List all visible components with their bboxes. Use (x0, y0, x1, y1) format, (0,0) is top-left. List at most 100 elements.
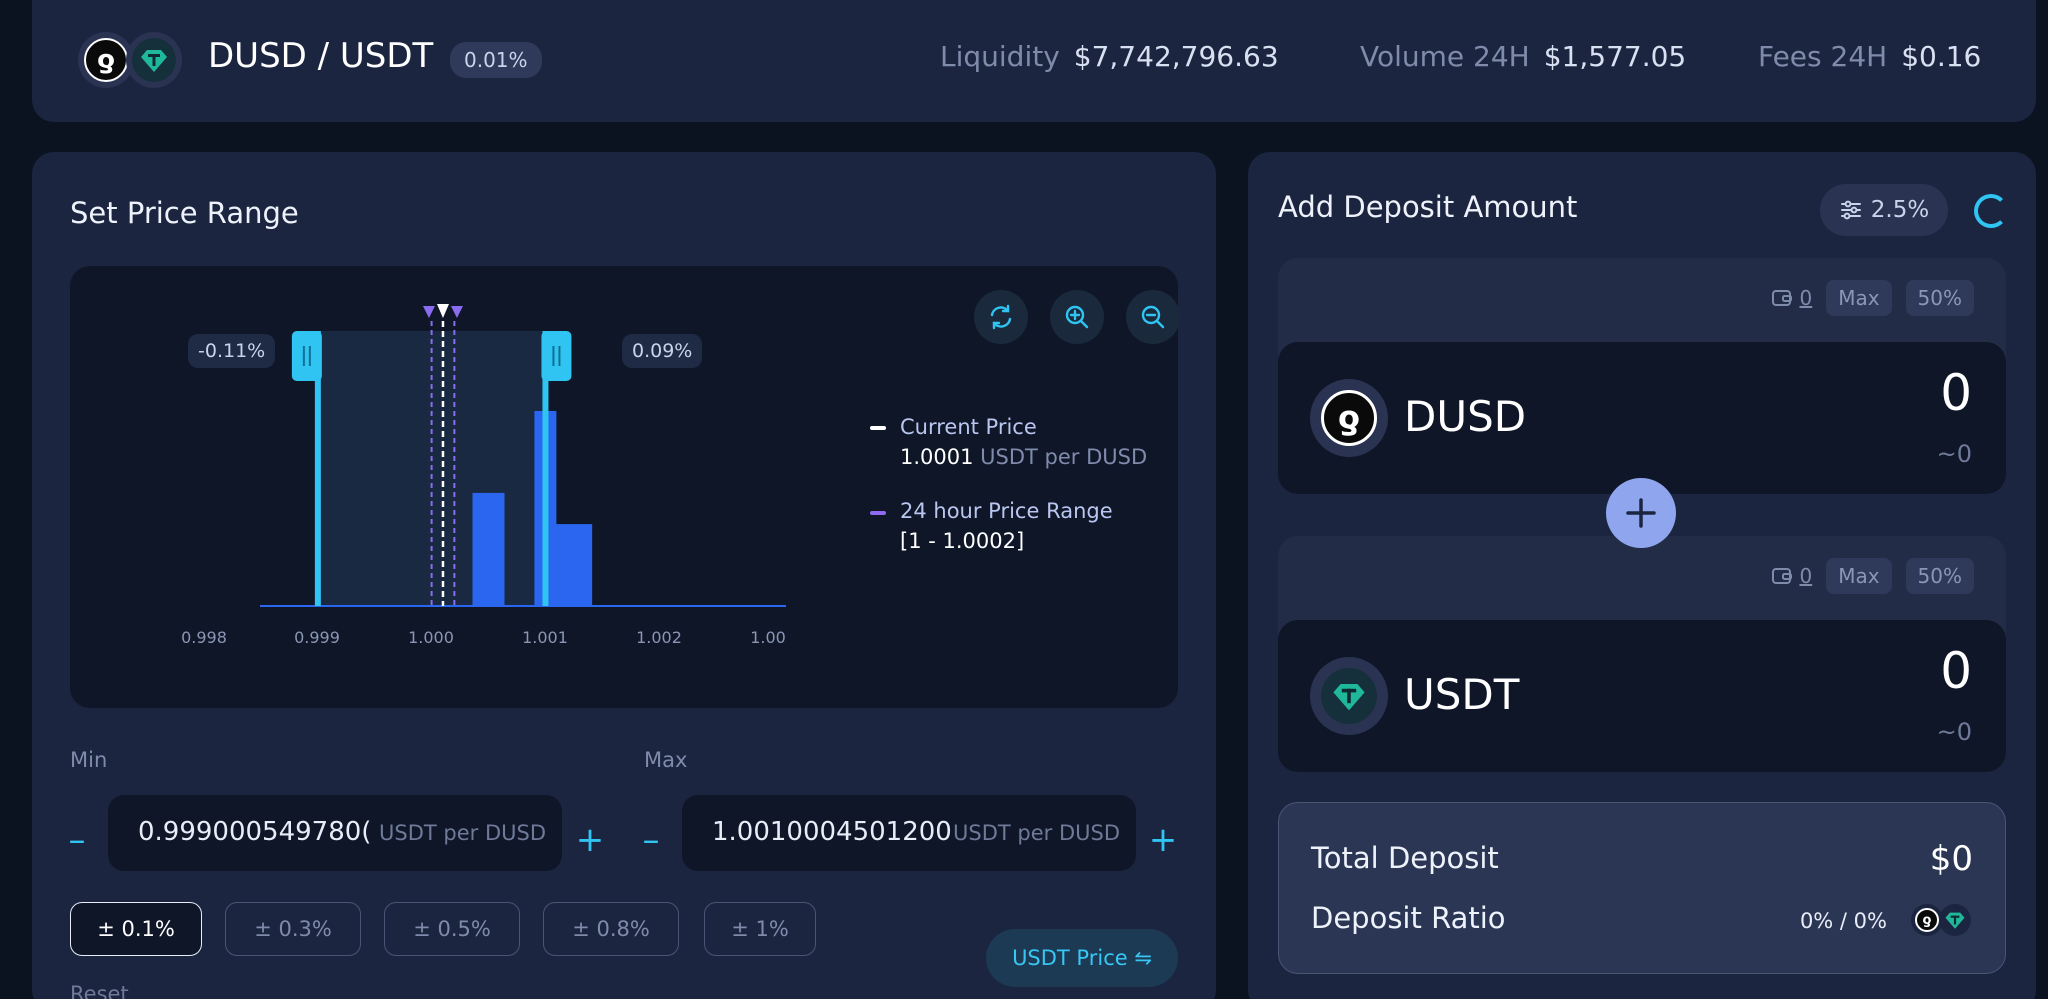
liquidity-stat: Liquidity $7,742,796.63 (940, 40, 1279, 73)
range-legend-value: [1 - 1.0002] (900, 529, 1025, 553)
x-tick-label: 0.999 (294, 628, 340, 647)
pct-0-1-button[interactable]: ± 0.1% (70, 902, 202, 956)
token-b-name: USDT (1404, 670, 1520, 719)
wallet-icon (1772, 568, 1793, 584)
usdt-price-toggle-button[interactable]: USDT Price ⇋ (986, 929, 1178, 987)
x-tick-label: 0.998 (181, 628, 227, 647)
pct-0-5-button[interactable]: ± 0.5% (384, 902, 520, 956)
token-a-amount-input[interactable]: 0 (1940, 364, 1972, 422)
min-price-unit: USDT per DUSD (379, 821, 546, 845)
max-increment-button[interactable]: + (1148, 820, 1178, 860)
current-price-marker (436, 304, 449, 318)
min-label: Min (70, 748, 108, 772)
liquidity-chart[interactable]: -0.11% 0.09% 0.998 0.999 1.000 1.001 1.0… (70, 266, 1180, 708)
plus-icon (1606, 478, 1676, 548)
sliders-icon (1840, 200, 1861, 220)
fees-label: Fees 24H (1758, 40, 1888, 73)
liquidity-value: $7,742,796.63 (1073, 40, 1279, 73)
min-decrement-button[interactable]: – (62, 820, 92, 860)
liquidity-label: Liquidity (940, 40, 1060, 73)
token-b-balance[interactable]: 0 (1799, 564, 1812, 588)
max-price-input[interactable]: 1.0010004501200; USDT per DUSD (682, 795, 1136, 871)
token-b-input-panel[interactable]: USDT 0 ~0 (1278, 620, 2006, 772)
pair-title: DUSD / USDT (208, 36, 434, 76)
lower-range-pct: -0.11% (188, 334, 276, 368)
fee-tier-badge: 0.01% (450, 42, 542, 78)
max-label: Max (644, 748, 688, 772)
refresh-icon[interactable] (974, 290, 1028, 344)
pair-icons: ƍ (78, 32, 198, 88)
reset-link[interactable]: Reset (70, 982, 129, 999)
max-price-unit: USDT per DUSD (953, 821, 1120, 845)
token-a-balance[interactable]: 0 (1799, 286, 1812, 310)
deposit-title: Add Deposit Amount (1278, 190, 1578, 224)
volume-value: $1,577.05 (1543, 40, 1687, 73)
pct-1-button[interactable]: ± 1% (704, 902, 816, 956)
price-range-title: Set Price Range (70, 196, 299, 230)
liquidity-bar (544, 524, 593, 606)
price-range-card: Set Price Range -0.11% 0.09% 0.998 0.999… (32, 152, 1216, 999)
lower-range-handle[interactable] (291, 331, 322, 381)
current-price-legend-swatch (870, 426, 886, 430)
token-a-balance-row: 0 Max 50% (1771, 280, 1974, 316)
total-deposit-value: $0 (1929, 839, 1973, 879)
range-legend: 24 hour Price Range [1 - 1.0002] (900, 496, 1113, 556)
range-low-marker (422, 306, 435, 318)
deposit-summary: Total Deposit $0 Deposit Ratio 0% / 0% ƍ (1278, 802, 2006, 974)
x-tick-label: 1.000 (408, 628, 454, 647)
token-a-name: DUSD (1404, 392, 1527, 441)
token-a-wallet-balance[interactable]: 0 (1771, 286, 1812, 310)
token-b-section: 0 Max 50% USDT 0 ~0 (1278, 536, 2006, 772)
upper-range-pct: 0.09% (622, 334, 703, 368)
wallet-icon (1772, 290, 1793, 306)
total-deposit-label: Total Deposit (1311, 841, 1499, 875)
token-a-max-button[interactable]: Max (1826, 280, 1892, 316)
liquidity-bar (472, 492, 505, 606)
volume-label: Volume 24H (1360, 40, 1530, 73)
deposit-ratio-value: 0% / 0% (1799, 909, 1887, 933)
token-b-wallet-balance[interactable]: 0 (1771, 564, 1812, 588)
token-b-half-button[interactable]: 50% (1905, 558, 1974, 594)
max-price-value[interactable]: 1.0010004501200; (712, 817, 952, 847)
dusd-logo-icon: ƍ (1310, 379, 1388, 457)
pct-0-8-button[interactable]: ± 0.8% (543, 902, 679, 956)
refresh-spinner-icon (1974, 194, 2008, 228)
zoom-in-icon[interactable] (1050, 290, 1104, 344)
current-price-unit: USDT per DUSD (980, 445, 1148, 469)
pct-0-3-button[interactable]: ± 0.3% (225, 902, 361, 956)
token-b-usd-value: ~0 (1936, 718, 1972, 746)
token-b-amount-input[interactable]: 0 (1940, 642, 1972, 700)
deposit-card: Add Deposit Amount 2.5% 0 Max 50% ƍ DUSD… (1248, 152, 2036, 999)
x-tick-label: 1.002 (636, 628, 682, 647)
min-increment-button[interactable]: + (575, 820, 605, 860)
current-price-label: Current Price (900, 415, 1037, 439)
deposit-ratio-label: Deposit Ratio (1311, 901, 1506, 935)
x-tick-label: 1.00 (750, 628, 786, 647)
token-a-usd-value: ~0 (1936, 440, 1972, 468)
range-legend-swatch (870, 511, 886, 515)
pool-header: ƍ DUSD / USDT 0.01% Liquidity $7,742,796.… (32, 0, 2036, 122)
zoom-out-icon[interactable] (1126, 290, 1180, 344)
usdt-logo-icon (1310, 657, 1388, 735)
range-legend-label: 24 hour Price Range (900, 499, 1113, 523)
min-price-input[interactable]: 0.999000549780( USDT per DUSD (108, 795, 562, 871)
fees-stat: Fees 24H $0.16 (1758, 40, 1981, 73)
min-price-value[interactable]: 0.999000549780( (138, 817, 378, 847)
volume-stat: Volume 24H $1,577.05 (1360, 40, 1686, 73)
usdt-logo-icon (1939, 904, 1971, 936)
fees-value: $0.16 (1901, 40, 1982, 73)
upper-range-handle[interactable] (541, 331, 572, 381)
token-b-max-button[interactable]: Max (1826, 558, 1892, 594)
token-a-section: 0 Max 50% ƍ DUSD 0 ~0 (1278, 258, 2006, 494)
token-a-half-button[interactable]: 50% (1905, 280, 1974, 316)
usdt-logo-icon (126, 32, 182, 88)
current-price-legend: Current Price 1.0001 USDT per DUSD (900, 412, 1147, 472)
range-high-marker (450, 306, 463, 318)
x-tick-label: 1.001 (522, 628, 568, 647)
max-decrement-button[interactable]: – (636, 820, 666, 860)
slippage-value: 2.5% (1870, 197, 1930, 223)
token-b-balance-row: 0 Max 50% (1771, 558, 1974, 594)
slippage-settings-button[interactable]: 2.5% (1820, 184, 1948, 236)
current-price-value: 1.0001 (900, 445, 974, 469)
token-a-input-panel[interactable]: ƍ DUSD 0 ~0 (1278, 342, 2006, 494)
